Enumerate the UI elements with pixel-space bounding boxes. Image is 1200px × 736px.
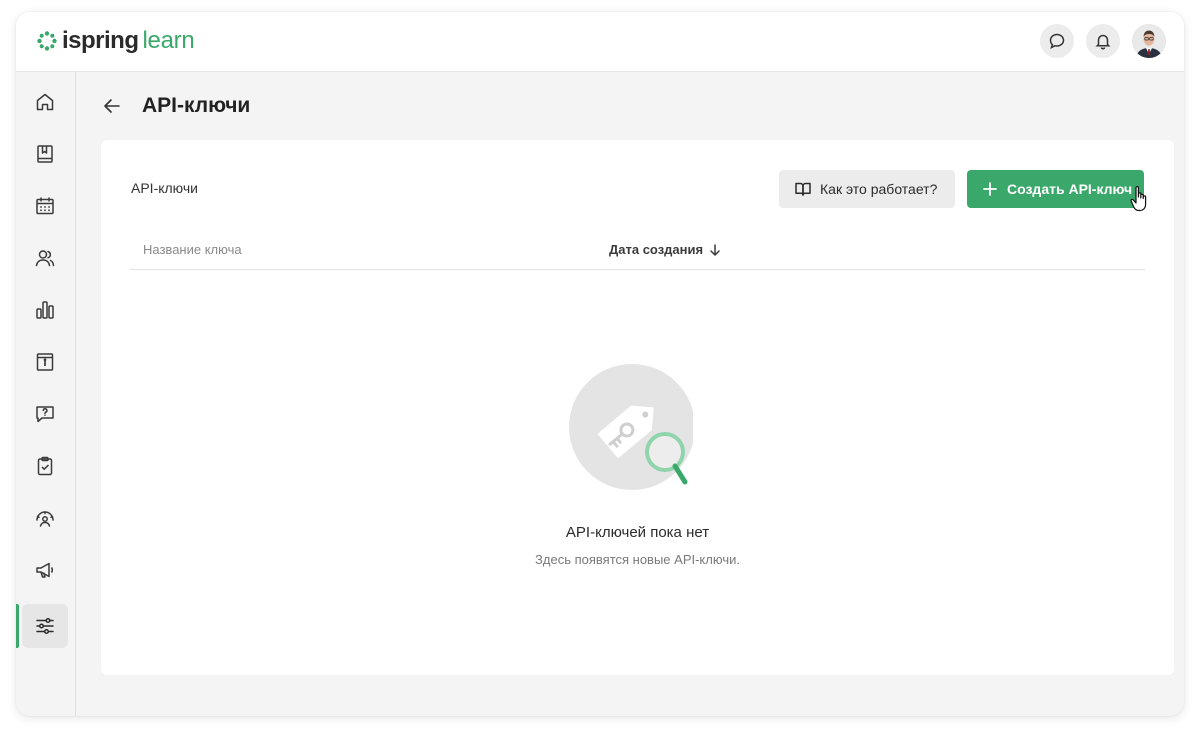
top-bar: ispring learn — [16, 12, 1184, 72]
column-created-date[interactable]: Дата создания — [609, 242, 721, 257]
question-chat-icon — [36, 406, 54, 423]
ispring-learn-logo[interactable]: ispring learn — [36, 26, 195, 56]
chat-icon — [1049, 33, 1065, 49]
sort-down-arrow-icon — [710, 243, 720, 256]
hand-pointer-cursor-icon — [1130, 186, 1147, 212]
how-it-works-label: Как это работает? — [820, 181, 938, 197]
sidebar-item-courses[interactable] — [22, 132, 68, 176]
chat-button[interactable] — [1040, 24, 1074, 58]
sidebar-item-calendar[interactable] — [22, 184, 68, 228]
column-created-date-label: Дата создания — [609, 242, 704, 257]
user-avatar[interactable] — [1132, 24, 1166, 58]
sidebar-item-info[interactable] — [22, 340, 68, 384]
page-heading: API-ключи — [100, 94, 250, 118]
active-indicator — [16, 604, 19, 648]
users-icon — [35, 250, 55, 267]
logo-text-learn: learn — [142, 27, 195, 54]
app-window: ispring learn API-ключи API-ключи Как эт… — [16, 12, 1184, 716]
info-page-icon — [36, 353, 54, 371]
ispring-logo-icon — [37, 31, 57, 51]
top-actions — [1040, 24, 1166, 58]
sidebar-item-settings[interactable] — [22, 604, 68, 648]
bar-chart-icon — [36, 301, 54, 319]
create-api-key-label: Создать API-ключ — [1007, 181, 1133, 197]
clipboard-check-icon — [37, 456, 53, 476]
sidebar-item-users[interactable] — [22, 236, 68, 280]
back-button[interactable] — [100, 94, 124, 118]
sliders-icon — [36, 617, 54, 635]
empty-state-title: API-ключей пока нет — [565, 524, 710, 541]
calendar-icon — [36, 197, 54, 215]
megaphone-icon — [36, 562, 53, 578]
sidebar-item-home[interactable] — [22, 80, 68, 124]
logo-text-ispring: ispring — [62, 27, 139, 54]
open-book-icon — [795, 182, 811, 196]
empty-state-subtitle: Здесь появятся новые API-ключи. — [535, 552, 740, 567]
page-title: API-ключи — [142, 94, 251, 117]
empty-state-key-search-icon — [569, 364, 693, 490]
create-api-key-button[interactable]: Создать API-ключ — [967, 170, 1144, 208]
sidebar-item-announcements[interactable] — [22, 548, 68, 592]
book-icon — [37, 145, 53, 163]
table-header: Название ключа Дата создания — [130, 240, 1145, 270]
bell-icon — [1095, 34, 1111, 50]
user-photo-icon — [1132, 24, 1166, 58]
arrow-left-icon — [104, 99, 120, 113]
sidebar-item-reports[interactable] — [22, 288, 68, 332]
home-icon — [36, 93, 54, 111]
sidebar — [16, 72, 76, 716]
sidebar-item-tasks[interactable] — [22, 444, 68, 488]
column-key-name: Название ключа — [143, 242, 242, 257]
card-label: API-ключи — [131, 180, 198, 196]
notifications-button[interactable] — [1086, 24, 1120, 58]
how-it-works-button[interactable]: Как это работает? — [779, 170, 955, 208]
api-keys-card: API-ключи Как это работает? Создать API-… — [101, 140, 1174, 675]
plus-icon — [983, 182, 997, 196]
gauge-user-icon — [36, 511, 54, 527]
sidebar-item-talent[interactable] — [22, 496, 68, 540]
sidebar-item-questions[interactable] — [22, 392, 68, 436]
